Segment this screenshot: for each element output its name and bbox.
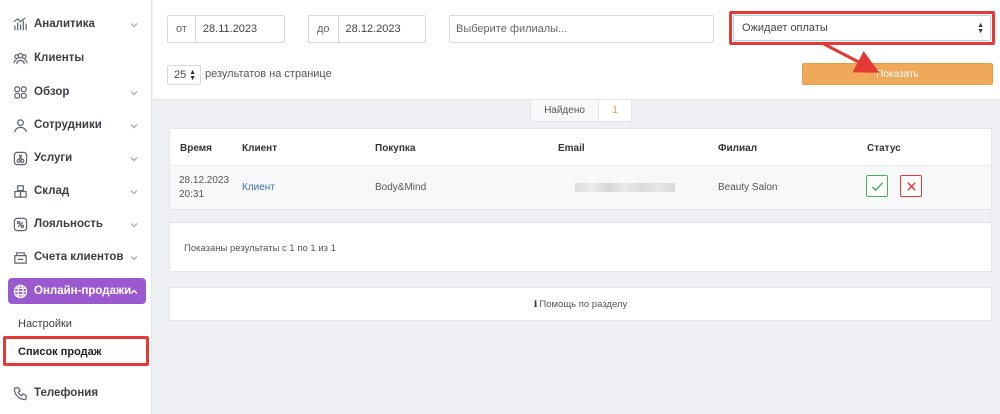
row-time-clock: 20:31 (179, 189, 205, 200)
sidebar-item-label: Онлайн-продажи (34, 285, 132, 297)
info-icon: i (533, 298, 538, 310)
show-button[interactable]: Показать (802, 63, 993, 85)
table-row: 28.12.2023 20:31 Клиент Body&Mind Beauty… (170, 165, 991, 209)
sidebar-item-overview[interactable]: Обзор (8, 80, 146, 104)
sidebar-item-services[interactable]: Услуги (8, 146, 146, 170)
sidebar: Аналитика Клиенты Обзор Сотрудники Услуг… (0, 0, 152, 414)
sidebar-item-label: Сотрудники (34, 119, 102, 131)
per-page-select[interactable]: 25 ▲ ▼ (167, 65, 201, 85)
select-arrows-icon: ▲ ▼ (189, 69, 196, 82)
sidebar-item-label: Счета клиентов (34, 251, 124, 263)
date-from-value: 28.11.2023 (202, 23, 258, 35)
branch-select-placeholder: Выберите филиалы... (456, 23, 568, 35)
sidebar-item-employees[interactable]: Сотрудники (8, 113, 146, 137)
client-accounts-icon (12, 249, 28, 265)
highlight-box-status (729, 11, 995, 45)
chevron-down-icon (130, 20, 138, 28)
sidebar-item-telephony[interactable]: Телефония (8, 381, 146, 405)
column-header-time: Время (180, 143, 212, 154)
help-link[interactable]: i Помощь по разделу (169, 287, 992, 321)
sidebar-item-label: Склад (34, 185, 70, 197)
clients-icon (12, 50, 28, 66)
sidebar-item-analytics[interactable]: Аналитика (8, 12, 146, 36)
check-icon (871, 181, 883, 191)
sidebar-item-label: Аналитика (34, 18, 95, 30)
row-time-date: 28.12.2023 (179, 175, 230, 186)
date-from-field[interactable]: от 28.11.2023 (167, 15, 285, 43)
sidebar-item-clients[interactable]: Клиенты (8, 46, 146, 70)
highlight-box-sales-list (3, 336, 149, 366)
date-to-field[interactable]: до 28.12.2023 (308, 15, 426, 43)
sidebar-item-label: Обзор (34, 86, 70, 98)
found-counter: Найдено 1 (530, 100, 632, 122)
employees-icon (12, 117, 28, 133)
sidebar-item-warehouse[interactable]: Склад (8, 179, 146, 203)
column-header-purchase: Покупка (375, 143, 416, 154)
row-email-redacted (575, 183, 675, 192)
per-page-label: результатов на странице (205, 68, 332, 80)
per-page-value: 25 (174, 69, 187, 81)
loyalty-icon (12, 216, 28, 232)
results-summary: Показаны результаты с 1 по 1 из 1 (169, 222, 992, 272)
sidebar-item-label: Лояльность (34, 218, 103, 230)
column-header-client: Клиент (242, 143, 278, 154)
row-branch: Beauty Salon (718, 182, 778, 193)
column-header-branch: Филиал (718, 143, 758, 154)
chevron-down-icon (130, 220, 138, 228)
services-icon (12, 150, 28, 166)
sidebar-item-label: Услуги (34, 152, 73, 164)
sidebar-item-label: Клиенты (34, 52, 85, 64)
close-icon (906, 181, 916, 191)
results-text: Показаны результаты с 1 по 1 из 1 (184, 243, 336, 254)
date-from-prefix: от (168, 16, 196, 42)
sidebar-item-loyalty[interactable]: Лояльность (8, 212, 146, 236)
warehouse-icon (12, 183, 28, 199)
chevron-down-icon (130, 187, 138, 195)
found-label: Найдено (531, 100, 599, 121)
column-header-email: Email (558, 143, 585, 154)
approve-button[interactable] (866, 175, 888, 197)
found-count: 1 (612, 105, 618, 116)
chevron-down-icon (130, 88, 138, 96)
date-to-prefix: до (309, 16, 339, 42)
sales-table: Время Клиент Покупка Email Филиал Статус… (169, 128, 992, 210)
branch-select[interactable]: Выберите филиалы... (449, 15, 714, 43)
reject-button[interactable] (900, 175, 922, 197)
filters-panel: от 28.11.2023 до 28.12.2023 Выберите фил… (153, 0, 1000, 100)
main-content: от 28.11.2023 до 28.12.2023 Выберите фил… (153, 0, 1000, 414)
column-header-status: Статус (867, 143, 901, 154)
chevron-down-icon (130, 121, 138, 129)
chevron-up-icon (130, 287, 138, 295)
overview-icon (12, 84, 28, 100)
phone-icon (12, 385, 28, 401)
analytics-icon (12, 16, 28, 32)
submenu-item-settings[interactable]: Настройки (18, 318, 72, 330)
sidebar-item-client-accounts[interactable]: Счета клиентов (8, 245, 146, 269)
globe-icon (12, 283, 28, 299)
help-text: Помощь по разделу (539, 298, 628, 310)
row-purchase: Body&Mind (375, 182, 427, 193)
app-window: Аналитика Клиенты Обзор Сотрудники Услуг… (0, 0, 1000, 414)
row-client-link[interactable]: Клиент (242, 182, 275, 193)
sidebar-item-online-sales[interactable]: Онлайн-продажи (8, 278, 146, 304)
sidebar-item-label: Телефония (34, 387, 99, 399)
chevron-down-icon (130, 154, 138, 162)
date-to-value: 28.12.2023 (345, 23, 401, 35)
chevron-down-icon (130, 253, 138, 261)
